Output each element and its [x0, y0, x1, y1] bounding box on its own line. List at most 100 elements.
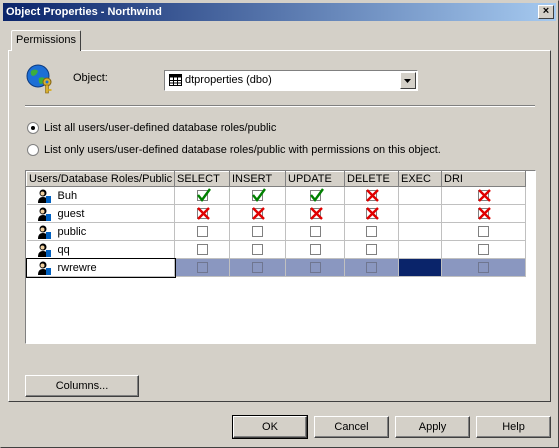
user-icon — [37, 261, 51, 275]
column-header[interactable]: DELETE — [344, 171, 399, 187]
radio-button[interactable] — [27, 144, 39, 156]
permission-cell[interactable] — [285, 222, 345, 241]
deny-x-icon[interactable] — [196, 207, 210, 220]
permission-cell[interactable] — [441, 222, 526, 241]
permission-cell[interactable] — [344, 240, 399, 259]
user-name: guest — [57, 207, 85, 220]
permission-checkbox[interactable] — [252, 244, 263, 256]
permission-cell[interactable] — [285, 240, 345, 259]
empty-cell — [175, 313, 230, 331]
permission-cell — [398, 186, 442, 205]
deny-x-icon[interactable] — [366, 189, 379, 202]
permission-cell[interactable] — [441, 186, 526, 205]
deny-x-icon[interactable] — [309, 207, 323, 220]
help-button[interactable]: Help — [476, 416, 551, 438]
permission-checkbox[interactable] — [366, 244, 377, 256]
empty-cell — [442, 277, 526, 295]
user-cell[interactable]: qq — [26, 240, 175, 259]
permission-checkbox[interactable] — [366, 262, 377, 274]
column-header[interactable]: Users/Database Roles/Public — [26, 171, 175, 187]
permission-cell — [398, 204, 442, 223]
permission-checkbox[interactable] — [478, 262, 489, 274]
permission-checkbox[interactable] — [252, 226, 263, 238]
permission-cell[interactable] — [441, 240, 526, 259]
permission-checkbox[interactable] — [196, 262, 208, 274]
ok-button[interactable]: OK — [232, 415, 308, 439]
radio-list-with-permissions[interactable]: List only users/user-defined database ro… — [27, 144, 441, 156]
permission-checkbox[interactable] — [309, 244, 321, 256]
radio-list-all[interactable]: List all users/user-defined database rol… — [27, 122, 276, 134]
permission-cell[interactable] — [229, 204, 286, 223]
permission-cell[interactable] — [285, 204, 345, 223]
deny-x-icon[interactable] — [478, 207, 491, 220]
permission-checkbox[interactable] — [196, 226, 208, 238]
permission-cell[interactable] — [174, 240, 230, 259]
permission-cell[interactable] — [174, 222, 230, 241]
table-row[interactable]: qq — [26, 240, 526, 259]
deny-x-icon[interactable] — [478, 189, 491, 202]
title-bar[interactable]: Object Properties - Northwind × — [3, 3, 556, 21]
columns-button[interactable]: Columns... — [25, 375, 139, 397]
close-button[interactable]: × — [538, 5, 554, 19]
user-name: rwrewre — [57, 261, 97, 274]
deny-x-icon[interactable] — [366, 207, 379, 220]
permission-cell[interactable] — [344, 222, 399, 241]
column-header[interactable]: SELECT — [174, 171, 230, 187]
permission-cell — [398, 240, 442, 259]
radio-label: List only users/user-defined database ro… — [44, 144, 441, 156]
permission-cell[interactable] — [441, 204, 526, 223]
permission-cell[interactable] — [344, 258, 399, 277]
grant-check-icon[interactable] — [309, 188, 324, 203]
column-header[interactable]: DRI — [441, 171, 526, 187]
permission-checkbox[interactable] — [196, 244, 208, 256]
user-cell[interactable]: rwrewre — [26, 257, 176, 278]
grant-check-icon[interactable] — [252, 188, 266, 203]
column-header[interactable]: INSERT — [229, 171, 286, 187]
permission-checkbox[interactable] — [309, 262, 321, 274]
user-cell[interactable]: guest — [26, 204, 175, 223]
user-name: qq — [57, 243, 70, 256]
user-cell[interactable]: public — [26, 222, 175, 241]
empty-cell — [399, 295, 442, 313]
permission-cell[interactable] — [174, 258, 230, 277]
object-select[interactable]: dtproperties (dbo) — [164, 70, 418, 91]
permission-checkbox[interactable] — [478, 226, 489, 238]
permission-cell[interactable] — [174, 204, 230, 223]
permission-checkbox[interactable] — [478, 244, 489, 256]
user-icon — [37, 189, 51, 203]
permission-cell[interactable] — [344, 186, 399, 205]
permission-cell[interactable] — [229, 186, 286, 205]
column-header[interactable]: EXEC — [398, 171, 442, 187]
permission-checkbox[interactable] — [366, 226, 377, 238]
empty-row — [27, 313, 526, 331]
column-header[interactable]: UPDATE — [285, 171, 345, 187]
permission-checkbox[interactable] — [309, 226, 321, 238]
apply-button[interactable]: Apply — [395, 416, 470, 438]
table-row[interactable]: guest — [26, 204, 526, 223]
permission-cell[interactable] — [344, 204, 399, 223]
permission-cell[interactable] — [441, 258, 526, 277]
user-cell[interactable]: Buh — [26, 186, 175, 205]
empty-row — [27, 295, 526, 313]
user-name: public — [57, 225, 87, 238]
empty-cell — [345, 313, 399, 331]
table-row[interactable]: Buh — [26, 186, 526, 205]
empty-cell — [286, 277, 345, 295]
table-row[interactable]: public — [26, 222, 526, 241]
permission-cell[interactable] — [285, 186, 345, 205]
cancel-button[interactable]: Cancel — [314, 416, 389, 438]
permissions-grid[interactable]: Users/Database Roles/Public SELECT INSERT U… — [25, 170, 536, 344]
tab-permissions[interactable]: Permissions — [11, 30, 81, 51]
table-row[interactable]: rwrewre — [26, 257, 526, 278]
permission-cell — [398, 258, 442, 277]
dropdown-button[interactable] — [400, 72, 416, 89]
permission-cell[interactable] — [229, 258, 286, 277]
permission-checkbox[interactable] — [252, 262, 263, 274]
permission-cell[interactable] — [229, 240, 286, 259]
permission-cell[interactable] — [174, 186, 230, 205]
grant-check-icon[interactable] — [196, 188, 211, 203]
radio-button[interactable] — [27, 122, 39, 134]
deny-x-icon[interactable] — [252, 207, 265, 220]
permission-cell[interactable] — [285, 258, 345, 277]
permission-cell[interactable] — [229, 222, 286, 241]
